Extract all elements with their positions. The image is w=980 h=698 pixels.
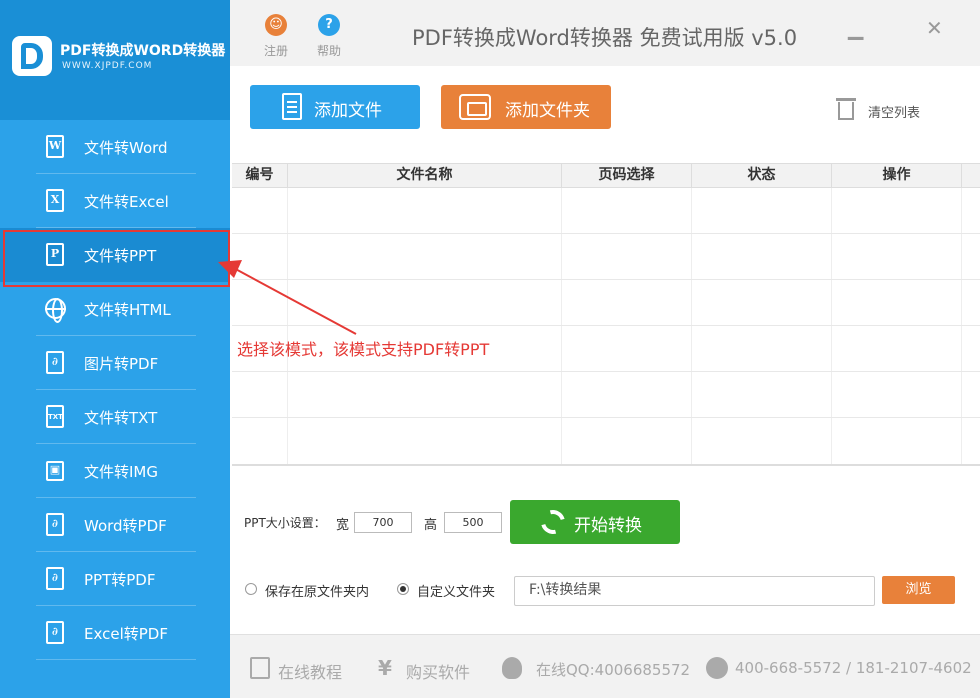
width-input[interactable]: 700 bbox=[354, 512, 412, 533]
qq-contact-link[interactable]: 在线QQ:4006685572 bbox=[536, 659, 690, 680]
word-doc-icon: W bbox=[44, 135, 66, 159]
help-button[interactable]: ? 帮助 bbox=[309, 14, 349, 59]
sidebar-item-file-to-ppt[interactable]: P 文件转PPT bbox=[0, 228, 230, 287]
width-label: 宽 bbox=[336, 518, 350, 533]
online-tutorial-link[interactable]: 在线教程 bbox=[278, 659, 342, 683]
sidebar-item-label: 文件转HTML bbox=[84, 301, 171, 319]
pdf-doc-icon: ∂ bbox=[44, 621, 66, 645]
window-title: PDF转换成Word转换器 免费试用版 v5.0 bbox=[412, 26, 798, 50]
start-convert-button[interactable]: 开始转换 bbox=[510, 500, 680, 544]
add-folder-label: 添加文件夹 bbox=[505, 101, 590, 121]
ppt-doc-icon: P bbox=[44, 243, 66, 267]
sidebar-item-file-to-txt[interactable]: TXT 文件转TXT bbox=[0, 390, 230, 444]
help-label: 帮助 bbox=[316, 44, 341, 58]
register-label: 注册 bbox=[263, 44, 288, 58]
logo-url: WWW.XJPDF.COM bbox=[62, 61, 153, 71]
sidebar-item-label: 文件转IMG bbox=[84, 463, 158, 481]
help-icon: ? bbox=[318, 14, 340, 36]
image-icon: ▣ bbox=[44, 459, 66, 483]
txt-doc-icon: TXT bbox=[44, 405, 66, 429]
height-label: 高 bbox=[424, 518, 438, 533]
column-header-status: 状态 bbox=[692, 164, 832, 187]
save-original-label: 保存在原文件夹内 bbox=[265, 585, 370, 600]
logo-title: PDF转换成WORD转换器 bbox=[60, 43, 226, 59]
trash-icon bbox=[836, 97, 856, 121]
excel-doc-icon: X bbox=[44, 189, 66, 213]
buy-software-link[interactable]: 购买软件 bbox=[406, 659, 470, 683]
close-button[interactable]: ✕ bbox=[926, 16, 943, 40]
logo-area: PDF转换成WORD转换器 WWW.XJPDF.COM bbox=[0, 0, 230, 120]
sidebar-item-file-to-img[interactable]: ▣ 文件转IMG bbox=[0, 444, 230, 498]
annotation-text: 选择该模式，该模式支持PDF转PPT bbox=[237, 340, 490, 359]
add-folder-button[interactable]: 添加文件夹 bbox=[441, 85, 611, 129]
refresh-icon bbox=[536, 505, 570, 539]
title-bar: ☺ 注册 ? 帮助 PDF转换成Word转换器 免费试用版 v5.0 ▁ ✕ bbox=[230, 0, 980, 66]
globe-icon bbox=[44, 297, 66, 323]
sidebar: PDF转换成WORD转换器 WWW.XJPDF.COM W 文件转Word X … bbox=[0, 0, 230, 698]
save-original-radio[interactable] bbox=[245, 583, 257, 595]
pdf-doc-icon: ∂ bbox=[44, 351, 66, 375]
pdf-doc-icon: ∂ bbox=[44, 513, 66, 537]
sidebar-item-file-to-word[interactable]: W 文件转Word bbox=[0, 120, 230, 174]
minimize-icon: ▁ bbox=[848, 16, 864, 40]
yen-icon: ¥ bbox=[378, 656, 392, 680]
height-input[interactable]: 500 bbox=[444, 512, 502, 533]
register-button[interactable]: ☺ 注册 bbox=[256, 14, 296, 59]
sidebar-item-word-to-pdf[interactable]: ∂ Word转PDF bbox=[0, 498, 230, 552]
custom-folder-radio[interactable] bbox=[397, 583, 409, 595]
sidebar-item-label: 文件转Excel bbox=[84, 193, 169, 211]
add-file-button[interactable]: 添加文件 bbox=[250, 85, 420, 129]
annotation-arrow-icon bbox=[218, 260, 357, 335]
qq-icon bbox=[502, 657, 522, 679]
sidebar-item-ppt-to-pdf[interactable]: ∂ PPT转PDF bbox=[0, 552, 230, 606]
phone-icon bbox=[706, 657, 728, 679]
sidebar-item-label: 文件转Word bbox=[84, 139, 168, 157]
column-header-id: 编号 bbox=[232, 164, 288, 187]
column-header-page-selection: 页码选择 bbox=[562, 164, 692, 187]
tutorial-icon bbox=[250, 657, 270, 679]
sidebar-item-label: Word转PDF bbox=[84, 517, 167, 535]
output-path-field[interactable]: F:\转换结果 bbox=[514, 576, 875, 606]
app-logo-icon bbox=[12, 36, 52, 76]
user-icon: ☺ bbox=[265, 14, 287, 36]
add-file-label: 添加文件 bbox=[314, 101, 382, 121]
browse-button[interactable]: 浏览 bbox=[882, 576, 955, 604]
close-icon: ✕ bbox=[926, 16, 943, 40]
pdf-doc-icon: ∂ bbox=[44, 567, 66, 591]
sidebar-item-label: 文件转TXT bbox=[84, 409, 158, 427]
phone-numbers: 400-668-5572 / 181-2107-4602 bbox=[735, 659, 972, 677]
sidebar-item-excel-to-pdf[interactable]: ∂ Excel转PDF bbox=[0, 606, 230, 660]
footer: 在线教程 ¥ 购买软件 在线QQ:4006685572 400-668-5572… bbox=[230, 634, 980, 698]
custom-folder-label: 自定义文件夹 bbox=[417, 585, 496, 600]
minimize-button[interactable]: ▁ bbox=[848, 16, 863, 40]
column-header-action: 操作 bbox=[832, 164, 962, 187]
sidebar-item-image-to-pdf[interactable]: ∂ 图片转PDF bbox=[0, 336, 230, 390]
sidebar-item-label: 图片转PDF bbox=[84, 355, 159, 373]
clear-list-label: 清空列表 bbox=[868, 106, 921, 121]
ppt-size-label: PPT大小设置： bbox=[244, 516, 326, 530]
sidebar-item-label: Excel转PDF bbox=[84, 625, 168, 643]
column-header-file-name: 文件名称 bbox=[288, 164, 562, 187]
table-header: 编号 文件名称 页码选择 状态 操作 bbox=[232, 164, 980, 188]
folder-icon bbox=[459, 94, 491, 120]
document-icon bbox=[282, 93, 302, 120]
sidebar-item-file-to-excel[interactable]: X 文件转Excel bbox=[0, 174, 230, 228]
start-convert-label: 开始转换 bbox=[574, 516, 642, 536]
sidebar-item-file-to-html[interactable]: 文件转HTML bbox=[0, 282, 230, 336]
sidebar-item-label: 文件转PPT bbox=[84, 247, 157, 265]
sidebar-item-label: PPT转PDF bbox=[84, 571, 156, 589]
conversion-mode-list: W 文件转Word X 文件转Excel P 文件转PPT 文件转HTML ∂ … bbox=[0, 120, 230, 660]
